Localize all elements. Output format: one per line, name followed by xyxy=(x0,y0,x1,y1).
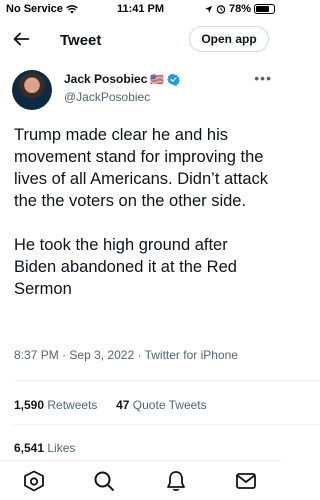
tweet-stats: 1,590 Retweets 47 Quote Tweets xyxy=(14,398,207,412)
author-name-row[interactable]: Jack Posobiec 🇺🇸 xyxy=(64,72,181,86)
tweet-author: Jack Posobiec 🇺🇸 @JackPosobiec ••• xyxy=(12,68,272,118)
likes-label: Likes xyxy=(47,441,76,455)
likes-stat[interactable]: 6,541 Likes xyxy=(14,441,75,455)
search-icon[interactable] xyxy=(92,469,116,493)
alarm-icon xyxy=(216,5,226,14)
battery-label: 78% xyxy=(228,3,251,15)
quotes-count: 47 xyxy=(116,398,130,412)
avatar[interactable] xyxy=(12,70,52,110)
flag-emoji: 🇺🇸 xyxy=(150,73,165,86)
likes-count: 6,541 xyxy=(14,441,45,455)
back-arrow-icon[interactable] xyxy=(10,28,32,50)
verified-icon xyxy=(167,73,181,86)
tweet-meta: 8:37 PM · Sep 3, 2022 · Twitter for iPho… xyxy=(14,348,238,362)
top-bar: Tweet Open app xyxy=(0,22,281,58)
home-icon[interactable] xyxy=(22,469,46,493)
tweet-source[interactable]: Twitter for iPhone xyxy=(145,348,238,362)
status-right: 78% xyxy=(204,3,275,15)
tweet-time[interactable]: 8:37 PM xyxy=(14,348,59,362)
location-icon xyxy=(204,5,213,13)
author-name[interactable]: Jack Posobiec xyxy=(64,72,147,86)
divider xyxy=(14,424,320,425)
tweet-paragraph: He took the high ground after Biden aban… xyxy=(14,236,237,298)
quotes-label: Quote Tweets xyxy=(132,398,207,412)
messages-icon[interactable] xyxy=(234,469,258,493)
status-bar: No Service 11:41 PM 78% xyxy=(0,0,281,20)
battery-fill xyxy=(256,6,270,12)
tweet-text: Trump made clear he and his movement sta… xyxy=(14,124,272,300)
author-handle[interactable]: @JackPosobiec xyxy=(64,90,150,104)
page-title: Tweet xyxy=(60,32,102,49)
more-icon[interactable]: ••• xyxy=(254,70,272,86)
meta-separator: · xyxy=(137,348,145,362)
battery-icon xyxy=(254,4,275,14)
retweets-label: Retweets xyxy=(47,398,98,412)
notifications-icon[interactable] xyxy=(164,469,188,493)
retweets-count: 1,590 xyxy=(14,398,45,412)
quotes-stat[interactable]: 47 Quote Tweets xyxy=(116,398,207,412)
divider xyxy=(14,380,320,381)
tweet-date[interactable]: Sep 3, 2022 xyxy=(69,348,134,362)
tweet-paragraph: Trump made clear he and his movement sta… xyxy=(14,126,269,210)
bottom-nav xyxy=(0,460,281,500)
open-app-button[interactable]: Open app xyxy=(189,26,269,52)
retweets-stat[interactable]: 1,590 Retweets xyxy=(14,398,101,412)
